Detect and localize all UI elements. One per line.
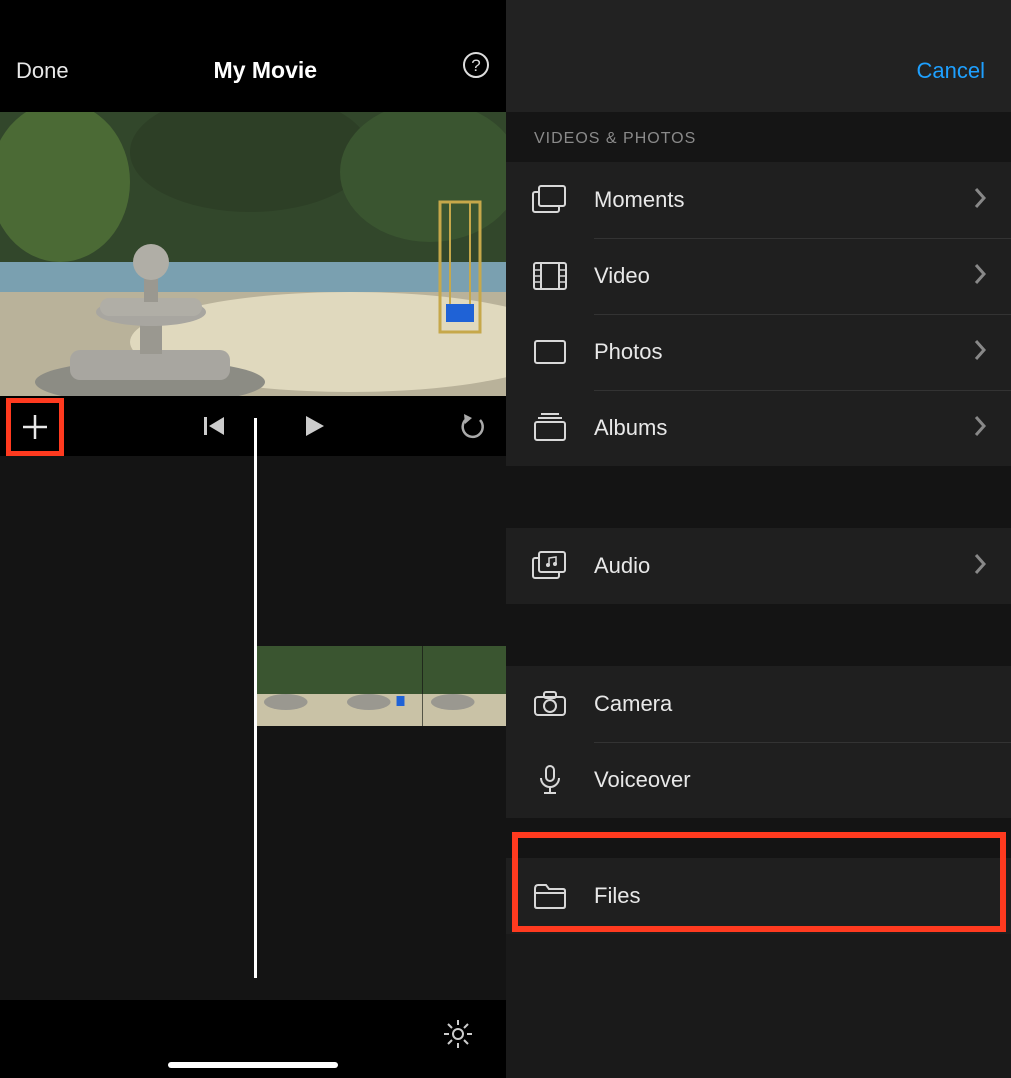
- skip-back-button[interactable]: [200, 412, 228, 445]
- row-label: Moments: [594, 187, 973, 213]
- media-picker-pane: Cancel VIDEOS & PHOTOS Moments Video Pho…: [506, 0, 1011, 1078]
- add-media-button[interactable]: [6, 398, 64, 456]
- folder-icon: [532, 881, 568, 911]
- camera-icon: [532, 689, 568, 719]
- editor-bottom-bar: [0, 1000, 506, 1078]
- timeline-clip[interactable]: [256, 646, 506, 726]
- row-label: Photos: [594, 339, 973, 365]
- row-camera[interactable]: Camera: [506, 666, 1011, 742]
- row-label: Albums: [594, 415, 973, 441]
- undo-button[interactable]: [460, 412, 488, 445]
- chevron-right-icon: [973, 262, 987, 291]
- chevron-right-icon: [973, 186, 987, 215]
- editor-pane: Done My Movie ?: [0, 0, 506, 1078]
- picker-section-header: VIDEOS & PHOTOS: [506, 112, 1011, 162]
- row-albums[interactable]: Albums: [506, 390, 1011, 466]
- home-indicator: [168, 1062, 338, 1068]
- row-label: Audio: [594, 553, 973, 579]
- filmstrip-icon: [532, 261, 568, 291]
- svg-text:?: ?: [471, 56, 480, 75]
- row-audio[interactable]: Audio: [506, 528, 1011, 604]
- gear-icon[interactable]: [442, 1018, 474, 1050]
- row-moments[interactable]: Moments: [506, 162, 1011, 238]
- moments-icon: [532, 185, 568, 215]
- row-voiceover[interactable]: Voiceover: [506, 742, 1011, 818]
- microphone-icon: [532, 765, 568, 795]
- playhead-marker-icon[interactable]: [244, 396, 268, 420]
- row-label: Video: [594, 263, 973, 289]
- row-label: Voiceover: [594, 767, 987, 793]
- audio-icon: [532, 551, 568, 581]
- section-gap: [506, 818, 1011, 858]
- project-title: My Movie: [214, 57, 318, 84]
- chevron-right-icon: [973, 414, 987, 443]
- help-icon[interactable]: ?: [462, 51, 490, 84]
- row-label: Camera: [594, 691, 987, 717]
- playhead[interactable]: [254, 418, 257, 978]
- row-files[interactable]: Files: [506, 858, 1011, 934]
- row-photos[interactable]: Photos: [506, 314, 1011, 390]
- row-label: Files: [594, 883, 987, 909]
- row-video[interactable]: Video: [506, 238, 1011, 314]
- chevron-right-icon: [973, 552, 987, 581]
- picker-navbar: Cancel: [506, 0, 1011, 112]
- section-gap: [506, 466, 1011, 528]
- timeline[interactable]: [0, 456, 506, 1016]
- done-button[interactable]: Done: [16, 58, 69, 84]
- cancel-button[interactable]: Cancel: [917, 58, 985, 84]
- video-preview[interactable]: [0, 112, 506, 396]
- photo-icon: [532, 337, 568, 367]
- chevron-right-icon: [973, 338, 987, 367]
- albums-icon: [532, 413, 568, 443]
- play-button[interactable]: [300, 412, 328, 445]
- editor-navbar: Done My Movie ?: [0, 0, 506, 112]
- section-gap: [506, 604, 1011, 666]
